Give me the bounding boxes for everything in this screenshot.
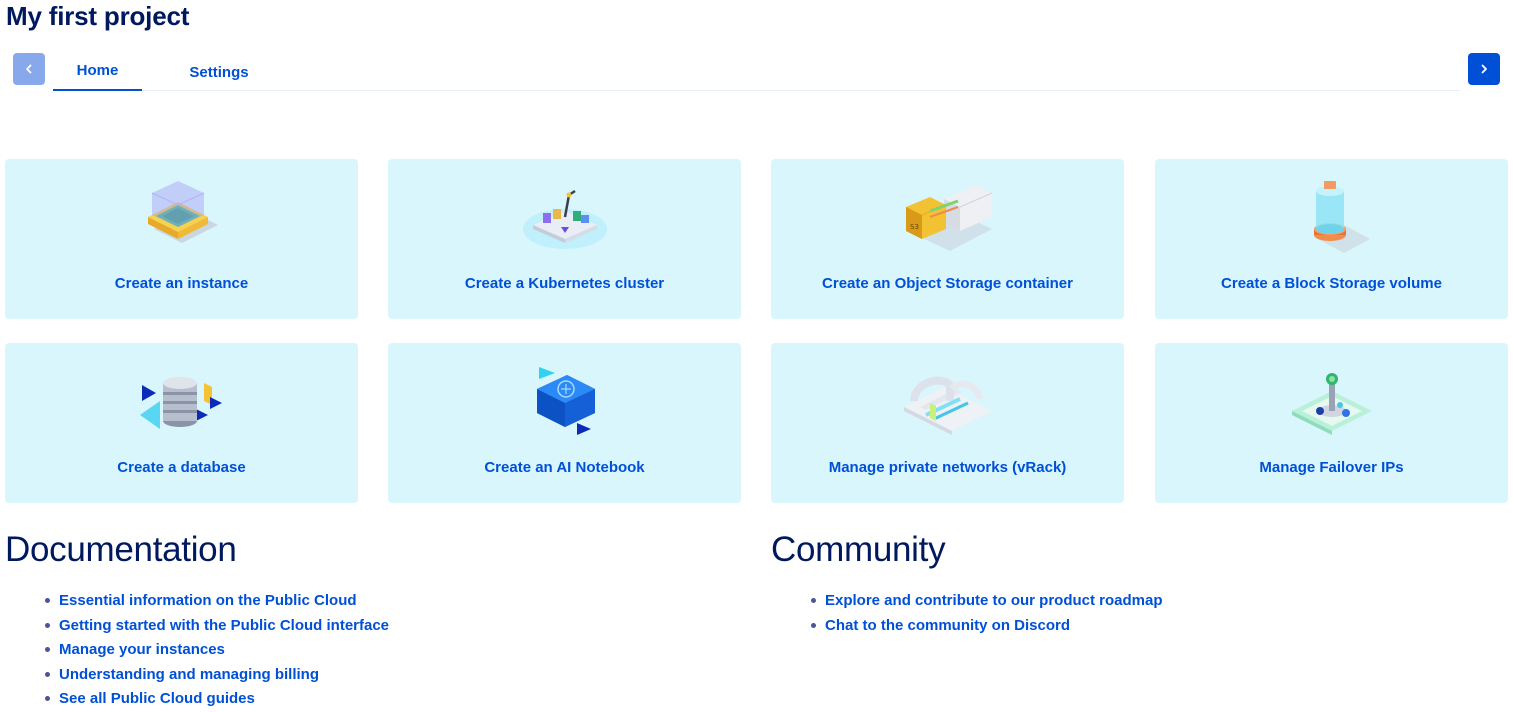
failover-ip-illustration-icon bbox=[1291, 373, 1372, 435]
card-manage-vrack[interactable]: Manage private networks (vRack) bbox=[771, 343, 1124, 503]
card-label: Create a database bbox=[117, 459, 246, 476]
tab-home[interactable]: Home bbox=[53, 53, 142, 91]
svg-text:S3: S3 bbox=[910, 223, 919, 231]
documentation-heading: Documentation bbox=[5, 530, 237, 569]
card-label: Create an Object Storage container bbox=[822, 275, 1073, 292]
doc-link-getting-started[interactable]: Getting started with the Public Cloud in… bbox=[45, 615, 389, 640]
card-create-instance[interactable]: Create an instance bbox=[5, 159, 358, 319]
doc-link-manage-instances[interactable]: Manage your instances bbox=[45, 639, 389, 664]
instance-illustration-icon bbox=[147, 181, 218, 243]
card-create-block-storage[interactable]: Create a Block Storage volume bbox=[1155, 159, 1508, 319]
tabs-prev-button[interactable] bbox=[13, 53, 45, 85]
tabs-next-button[interactable] bbox=[1468, 53, 1500, 85]
community-link-roadmap[interactable]: Explore and contribute to our product ro… bbox=[811, 590, 1163, 615]
documentation-links: Essential information on the Public Clou… bbox=[45, 590, 389, 712]
card-create-ai-notebook[interactable]: Create an AI Notebook bbox=[388, 343, 741, 503]
doc-link-essential-info[interactable]: Essential information on the Public Clou… bbox=[45, 590, 389, 615]
doc-link-all-guides[interactable]: See all Public Cloud guides bbox=[45, 688, 389, 712]
community-link-discord[interactable]: Chat to the community on Discord bbox=[811, 615, 1163, 640]
object-storage-illustration-icon: S3 bbox=[905, 185, 992, 251]
kubernetes-illustration-icon bbox=[522, 189, 607, 249]
card-create-kubernetes[interactable]: Create a Kubernetes cluster bbox=[388, 159, 741, 319]
card-label: Create a Block Storage volume bbox=[1221, 275, 1442, 292]
ai-notebook-illustration-icon bbox=[536, 367, 595, 435]
card-label: Manage Failover IPs bbox=[1259, 459, 1404, 476]
community-links: Explore and contribute to our product ro… bbox=[811, 590, 1163, 639]
card-label: Create an instance bbox=[114, 275, 249, 292]
tab-settings[interactable]: Settings bbox=[173, 53, 265, 91]
card-manage-failover-ips[interactable]: Manage Failover IPs bbox=[1155, 343, 1508, 503]
doc-link-billing[interactable]: Understanding and managing billing bbox=[45, 664, 389, 689]
card-create-database[interactable]: Create a database bbox=[5, 343, 358, 503]
vrack-illustration-icon bbox=[903, 376, 992, 435]
card-label: Manage private networks (vRack) bbox=[828, 459, 1067, 476]
block-storage-illustration-icon bbox=[1313, 181, 1370, 253]
database-illustration-icon bbox=[139, 377, 222, 429]
chevron-left-icon bbox=[26, 64, 32, 74]
card-label: Create an AI Notebook bbox=[484, 459, 645, 476]
card-label: Create a Kubernetes cluster bbox=[464, 275, 665, 292]
page-title: My first project bbox=[6, 1, 190, 31]
community-heading: Community bbox=[771, 530, 946, 569]
card-create-object-storage[interactable]: S3 Create an Object Storage container bbox=[771, 159, 1124, 319]
tab-bar: Home Settings bbox=[13, 53, 1500, 91]
chevron-right-icon bbox=[1481, 64, 1487, 74]
